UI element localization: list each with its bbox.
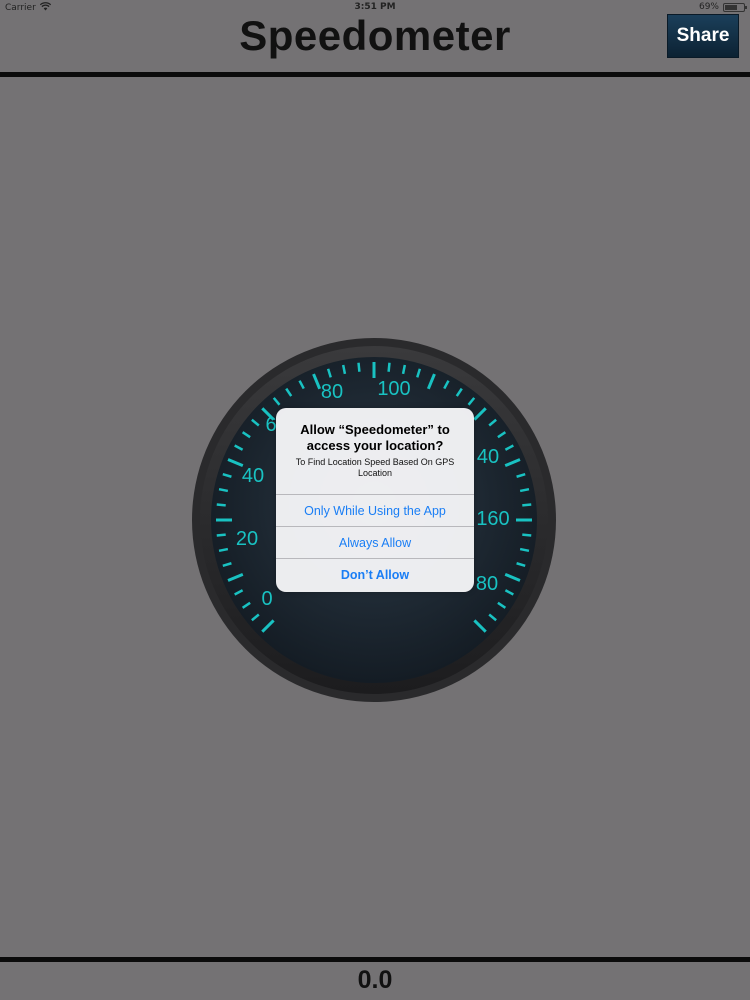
gauge-label: 100 <box>377 378 410 400</box>
bottom-divider <box>0 957 750 962</box>
status-time: 3:51 PM <box>354 2 396 12</box>
battery-percent: 69% <box>698 2 719 12</box>
always-allow-button[interactable]: Always Allow <box>276 526 474 558</box>
location-permission-alert: Allow “Speedometer” to access your locat… <box>276 408 474 592</box>
gauge-tick <box>519 487 530 493</box>
gauge-label: 40 <box>242 465 264 487</box>
gauge-tick <box>218 487 229 493</box>
gauge-label: 20 <box>236 528 258 550</box>
gauge-tick <box>218 547 229 553</box>
page-title: Speedometer <box>239 12 511 59</box>
alert-message: To Find Location Speed Based On GPS Loca… <box>295 457 455 478</box>
gauge-tick <box>522 503 532 507</box>
gauge-tick <box>519 547 530 553</box>
share-button[interactable]: Share <box>667 14 739 58</box>
gauge-tick <box>216 533 226 537</box>
gauge-tick <box>216 503 226 507</box>
top-divider <box>0 72 750 77</box>
status-right: 69% <box>698 2 747 12</box>
gauge-label: 40 <box>477 446 499 468</box>
gauge-label: 80 <box>476 573 498 595</box>
only-while-using-button[interactable]: Only While Using the App <box>276 494 474 526</box>
alert-title: Allow “Speedometer” to access your locat… <box>300 422 450 453</box>
gauge-tick <box>387 362 391 372</box>
gauge-tick <box>522 533 532 537</box>
dont-allow-button[interactable]: Don’t Allow <box>276 558 474 590</box>
speed-readout: 0.0 <box>357 966 393 994</box>
gauge-tick <box>401 364 407 375</box>
gauge-tick <box>341 364 347 375</box>
gauge-label: 80 <box>321 381 343 403</box>
gauge-label: 160 <box>476 508 509 530</box>
gauge-tick <box>357 362 361 372</box>
gauge-label: 0 <box>261 588 272 610</box>
battery-icon <box>723 2 747 12</box>
gauge-label: 6 <box>265 414 276 436</box>
alert-actions: Only While Using the App Always Allow Do… <box>276 494 474 590</box>
